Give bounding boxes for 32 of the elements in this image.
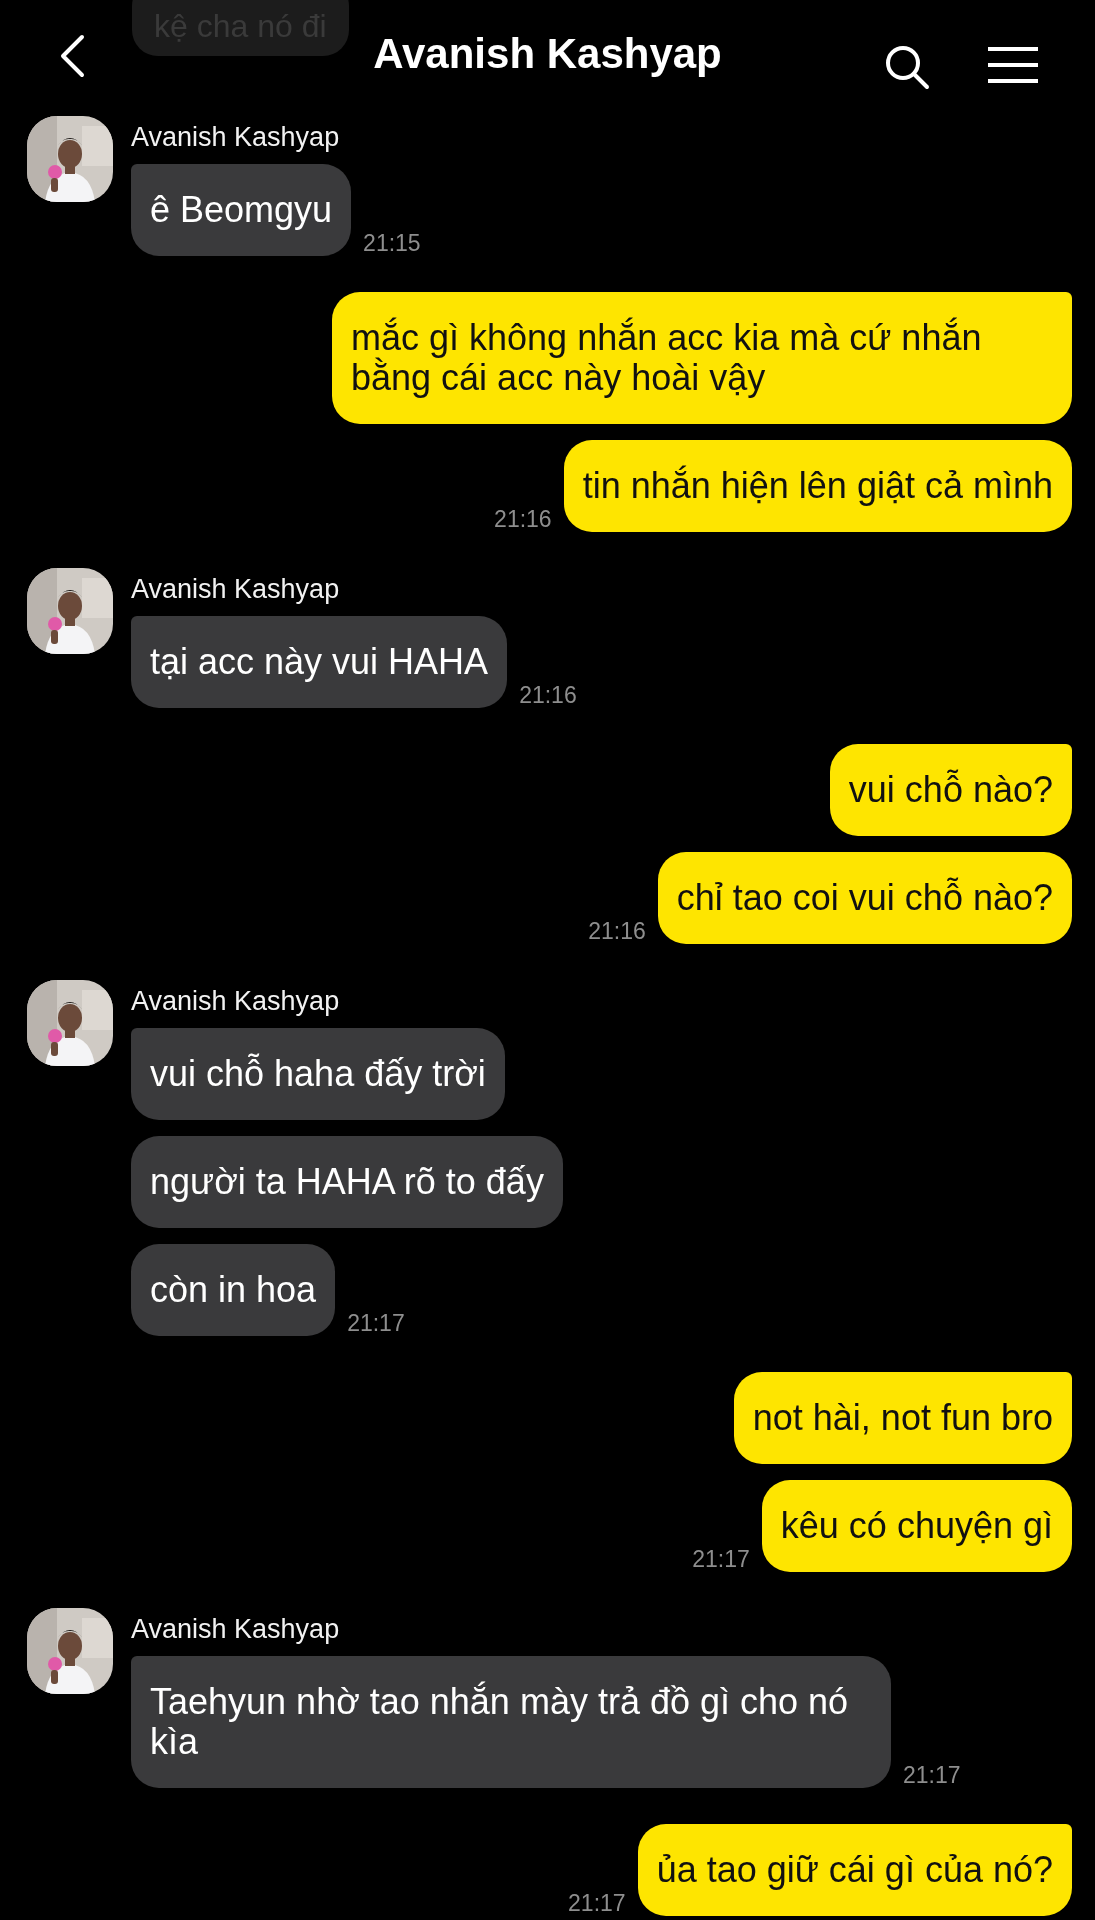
message-bubble: Taehyun nhờ tao nhắn mày trả đồ gì cho nó kìa: [131, 1656, 891, 1788]
timestamp: 21:16: [588, 918, 646, 944]
sender-name: Avanish Kashyap: [131, 986, 340, 1016]
timestamp: 21:17: [903, 1762, 961, 1788]
message-bubble: kêu có chuyện gì: [761, 1480, 1072, 1572]
sender-name: Avanish Kashyap: [131, 122, 340, 152]
chat-title: Avanish Kashyap: [373, 30, 722, 78]
search-button[interactable]: [884, 44, 930, 90]
menu-button[interactable]: [987, 46, 1039, 84]
message-bubble: tin nhắn hiện lên giật cả mình: [563, 440, 1072, 532]
message-bubble: ê Beomgyu: [131, 164, 352, 256]
message-bubble: ủa tao giữ cái gì của nó?: [637, 1824, 1072, 1916]
timestamp: 21:16: [494, 506, 552, 532]
sender-name: Avanish Kashyap: [131, 574, 340, 604]
back-button[interactable]: [58, 34, 86, 78]
timestamp: 21:15: [363, 230, 421, 256]
timestamp: 21:16: [519, 682, 577, 708]
timestamp: 21:17: [692, 1546, 750, 1572]
message-bubble: mắc gì không nhắn acc kia mà cứ nhắn bằng cái acc này hoài vậy: [332, 292, 1072, 424]
message-bubble: còn in hoa: [131, 1244, 336, 1336]
timestamp: 21:17: [347, 1310, 405, 1336]
search-icon: [884, 44, 930, 90]
message-bubble: tại acc này vui HAHA: [131, 616, 508, 708]
menu-icon: [987, 46, 1039, 84]
message-bubble: vui chỗ haha đấy trời: [131, 1028, 505, 1120]
message-bubble: người ta HAHA rõ to đấy: [131, 1136, 563, 1228]
sender-name: Avanish Kashyap: [131, 1614, 340, 1644]
timestamp: 21:17: [568, 1890, 626, 1916]
message-bubble: not hài, not fun bro: [733, 1372, 1072, 1464]
message-bubble: chỉ tao coi vui chỗ nào?: [657, 852, 1072, 944]
back-icon: [58, 34, 86, 78]
message-bubble: vui chỗ nào?: [829, 744, 1072, 836]
